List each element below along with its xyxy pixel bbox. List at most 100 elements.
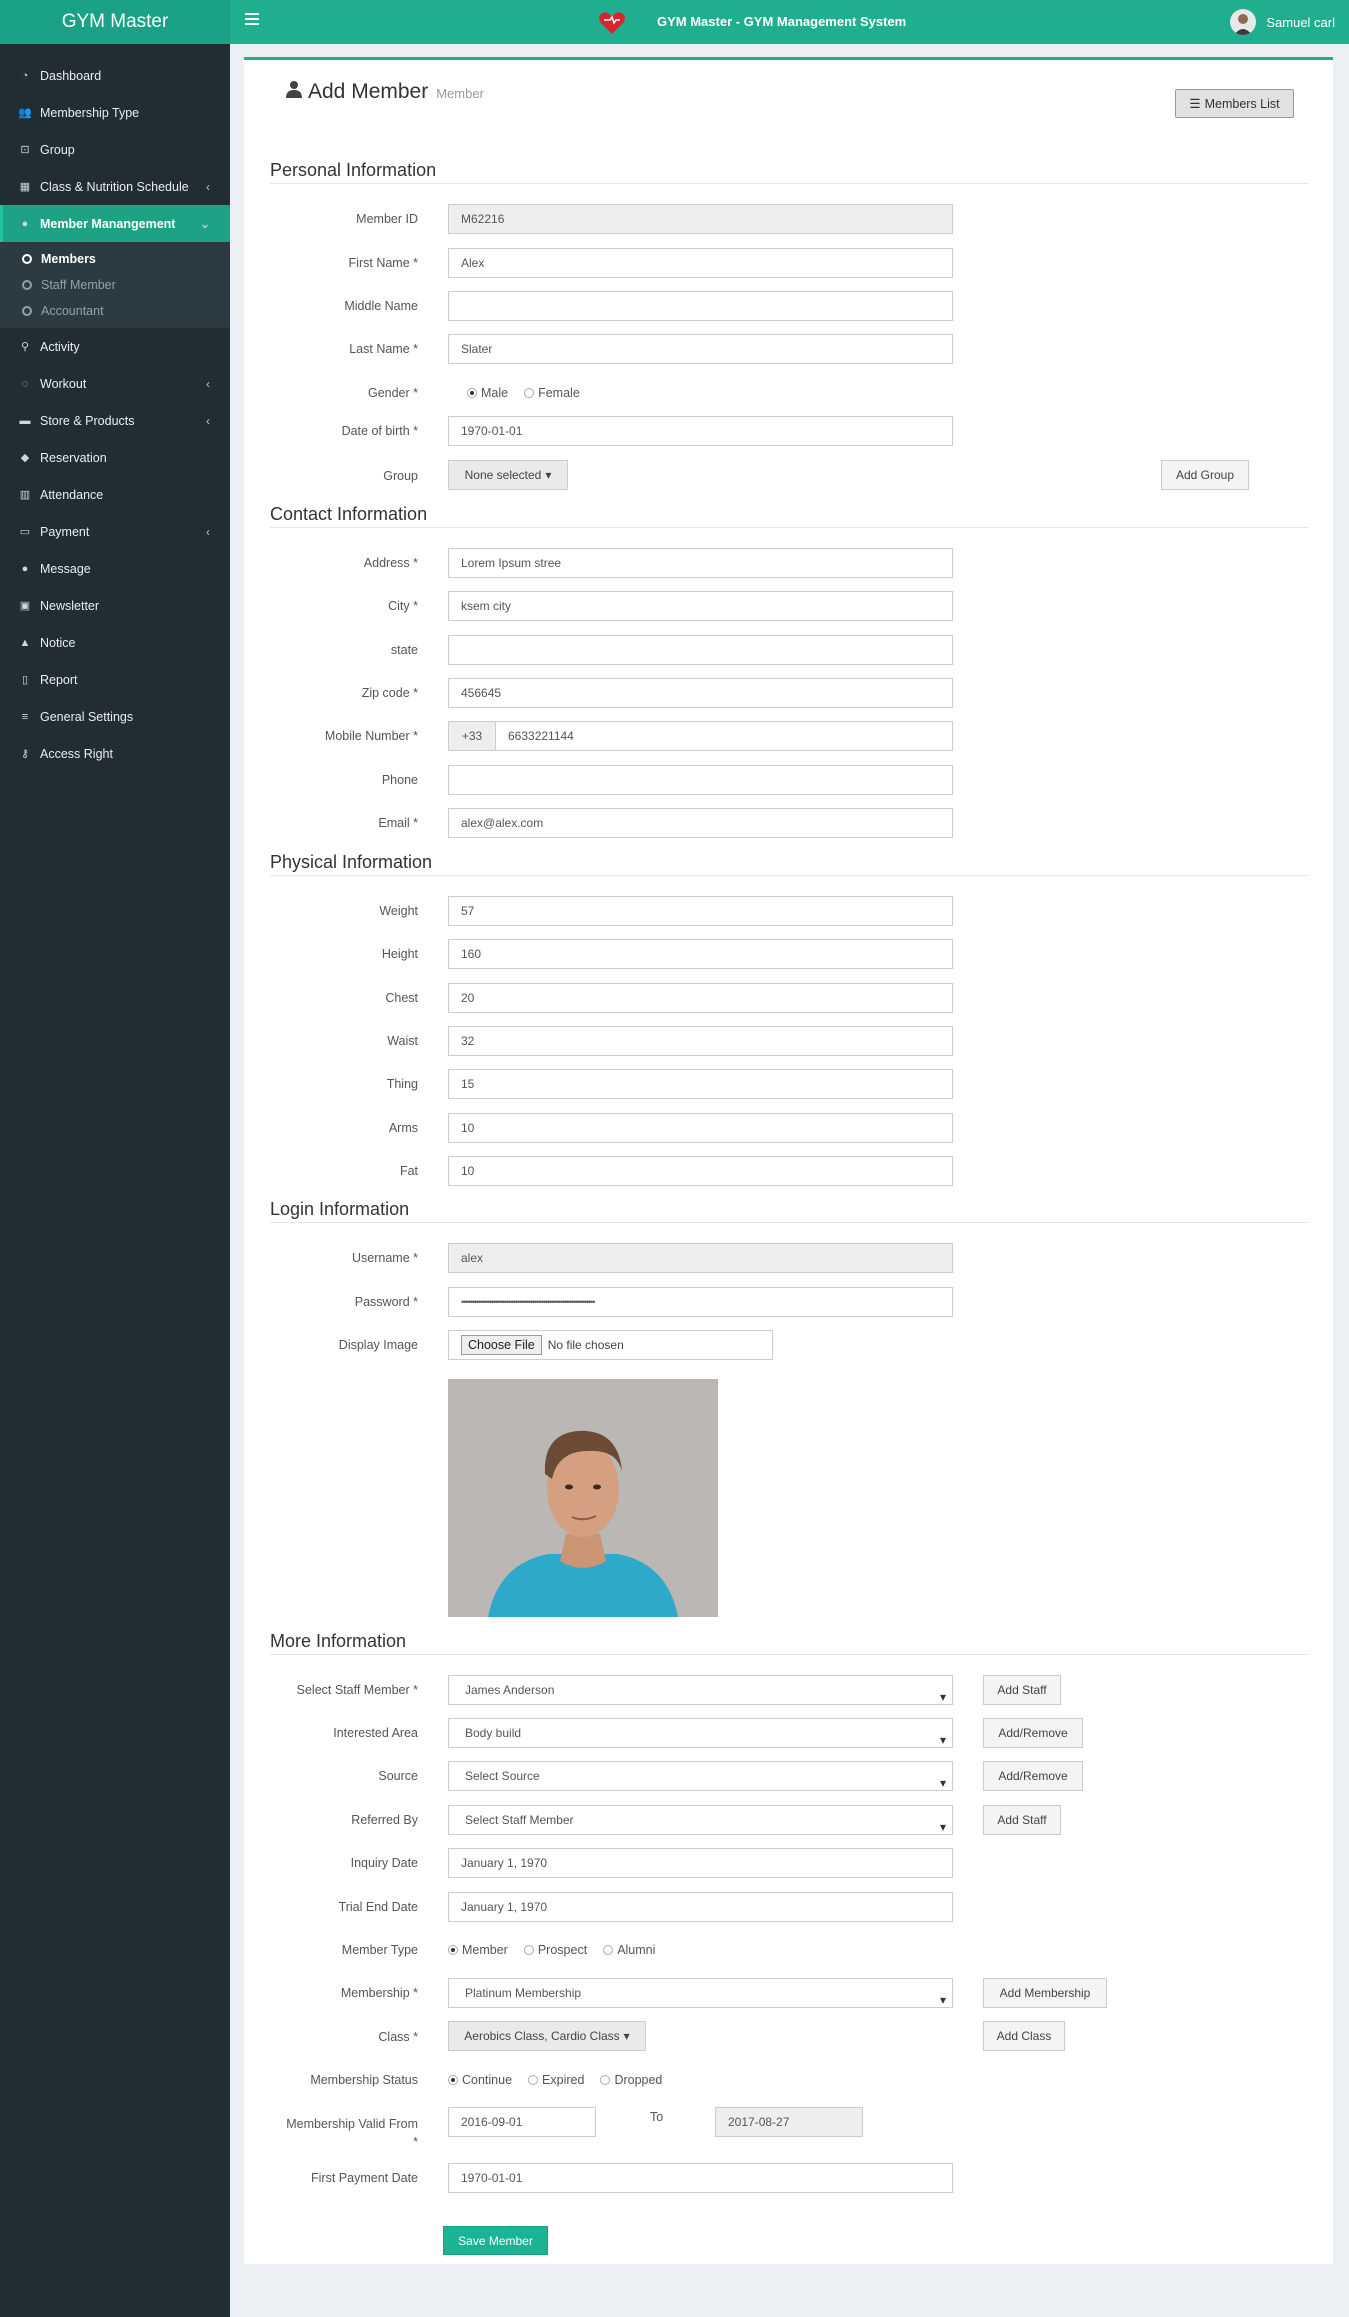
chest-field[interactable]: 20 (448, 983, 953, 1013)
first-payment-date-field[interactable]: 1970-01-01 (448, 2163, 953, 2193)
inquiry-date-field[interactable]: January 1, 1970 (448, 1848, 953, 1878)
group-dropdown[interactable]: None selected ▾ (448, 460, 568, 490)
sidebar-item-general-settings[interactable]: ≡ General Settings (0, 698, 230, 735)
arms-field[interactable]: 10 (448, 1113, 953, 1143)
sidebar-item-attendance[interactable]: ▥ Attendance (0, 476, 230, 513)
label-member-type: Member Type (341, 1943, 418, 1957)
member-type-member-radio[interactable] (448, 1945, 458, 1955)
password-field[interactable]: ••••••••••••••••••••••••••••••••••••••••… (448, 1287, 953, 1317)
page-header: Add Member Member (285, 80, 484, 104)
username-field[interactable]: alex (448, 1243, 953, 1273)
interested-area-select[interactable]: Body build (448, 1718, 953, 1754)
save-member-button[interactable]: Save Member (443, 2226, 548, 2255)
comment-icon: ● (21, 562, 29, 575)
gender-female-radio[interactable] (524, 388, 535, 398)
thing-field[interactable]: 15 (448, 1069, 953, 1099)
member-type-alumni-radio[interactable] (603, 1945, 614, 1955)
fat-field[interactable]: 10 (448, 1156, 953, 1186)
class-dropdown[interactable]: Aerobics Class, Cardio Class ▾ (448, 2021, 646, 2051)
valid-to-field[interactable]: 2017-08-27 (715, 2107, 863, 2137)
referred-add-staff-button[interactable]: Add Staff (983, 1805, 1061, 1835)
sidebar-item-member-management[interactable]: ● Member Manangement ⌄ (0, 205, 230, 242)
mobile-field[interactable]: 6633221144 (495, 721, 953, 751)
label-interested-area: Interested Area (333, 1726, 418, 1740)
brand-logo[interactable]: GYM Master (0, 0, 230, 44)
subitem-staff-member[interactable]: Staff Member (0, 272, 230, 298)
status-expired-radio[interactable] (528, 2075, 539, 2085)
sidebar-item-access-right[interactable]: ⚷ Access Right (0, 735, 230, 772)
label-arms: Arms (388, 1121, 418, 1135)
city-field[interactable]: ksem city (448, 591, 953, 621)
sidebar-item-message[interactable]: ● Message (0, 550, 230, 587)
status-dropped-radio[interactable] (600, 2075, 611, 2085)
staff-member-select[interactable]: James Anderson (448, 1675, 953, 1711)
group-icon: ⊡ (20, 144, 30, 156)
referred-by-select[interactable]: Select Staff Member (448, 1805, 953, 1841)
label-first-payment-date: First Payment Date (311, 2171, 418, 2185)
zip-field[interactable]: 456645 (448, 678, 953, 708)
sidebar-item-activity[interactable]: ⚲ Activity (0, 328, 230, 365)
sidebar-item-class-schedule[interactable]: ▦ Class & Nutrition Schedule ‹ (0, 168, 230, 205)
label-membership-status: Membership Status (310, 2073, 418, 2087)
add-group-button[interactable]: Add Group (1161, 460, 1249, 490)
add-class-button[interactable]: Add Class (983, 2021, 1065, 2051)
sidebar-item-notice[interactable]: ▲ Notice (0, 624, 230, 661)
source-select[interactable]: Select Source (448, 1761, 953, 1797)
member-type-prospect-radio[interactable] (523, 1945, 534, 1955)
label-staff-member: Select Staff Member * (296, 1683, 418, 1697)
chevron-left-icon: ‹ (206, 414, 210, 428)
choose-file-button[interactable]: Choose File (461, 1335, 542, 1355)
interest-add-remove-button[interactable]: Add/Remove (983, 1718, 1083, 1748)
members-list-button[interactable]: ☰ Members List (1175, 89, 1294, 118)
radio-label: Female (538, 386, 580, 400)
section-login: Login Information (270, 1199, 1309, 1223)
weight-field[interactable]: 57 (448, 896, 953, 926)
sidebar-item-store[interactable]: ▬ Store & Products ‹ (0, 402, 230, 439)
user-menu[interactable]: Samuel carl (1230, 9, 1335, 35)
label-referred-by: Referred By (351, 1813, 418, 1827)
sidebar-item-workout[interactable]: ◌ Workout ‹ (0, 365, 230, 402)
email-field[interactable]: alex@alex.com (448, 808, 953, 838)
subitem-accountant[interactable]: Accountant (0, 298, 230, 324)
sliders-icon: ≡ (21, 710, 29, 723)
status-continue-radio[interactable] (448, 2075, 458, 2085)
sidebar-item-label: Member Manangement (40, 216, 176, 231)
sidebar-item-dashboard[interactable]: ◔ Dashboard (0, 57, 230, 94)
add-membership-button[interactable]: Add Membership (983, 1978, 1107, 2008)
sidebar-item-report[interactable]: ▯ Report (0, 661, 230, 698)
file-input[interactable]: Choose File No file chosen (448, 1330, 773, 1360)
source-add-remove-button[interactable]: Add/Remove (983, 1761, 1083, 1791)
height-field[interactable]: 160 (448, 939, 953, 969)
membership-select[interactable]: Platinum Membership (448, 1978, 953, 2014)
label-state: state (390, 643, 418, 657)
sidebar-item-label: Message (40, 561, 91, 576)
waist-field[interactable]: 32 (448, 1026, 953, 1056)
subitem-label: Staff Member (41, 278, 116, 292)
label-last-name: Last Name * (349, 342, 418, 356)
state-field[interactable] (448, 635, 953, 665)
dob-field[interactable]: 1970-01-01 (448, 416, 953, 446)
sidebar-item-payment[interactable]: ▭ Payment ‹ (0, 513, 230, 550)
sidebar-item-label: General Settings (40, 709, 134, 724)
sidebar-item-membership-type[interactable]: 👥 Membership Type (0, 94, 230, 131)
last-name-field[interactable]: Slater (448, 334, 953, 364)
gender-male-radio[interactable] (467, 388, 477, 398)
first-name-field[interactable]: Alex (448, 248, 953, 278)
sidebar-item-label: Membership Type (40, 105, 140, 120)
middle-name-field[interactable] (448, 291, 953, 321)
address-field[interactable]: Lorem Ipsum stree (448, 548, 953, 578)
trial-end-date-field[interactable]: January 1, 1970 (448, 1892, 953, 1922)
sidebar-item-group[interactable]: ⊡ Group (0, 131, 230, 168)
menu-toggle-icon[interactable] (245, 13, 259, 27)
label-waist: Waist (387, 1034, 418, 1048)
phone-field[interactable] (448, 765, 953, 795)
subitem-members[interactable]: Members (0, 246, 230, 272)
money-icon: ▭ (19, 526, 31, 538)
sidebar-item-reservation[interactable]: ◆ Reservation (0, 439, 230, 476)
label-address: Address * (363, 556, 418, 570)
sidebar-item-newsletter[interactable]: ▣ Newsletter (0, 587, 230, 624)
member-id-field[interactable]: M62216 (448, 204, 953, 234)
valid-from-field[interactable]: 2016-09-01 (448, 2107, 596, 2137)
add-staff-button[interactable]: Add Staff (983, 1675, 1061, 1705)
sidebar-item-label: Attendance (40, 487, 104, 502)
